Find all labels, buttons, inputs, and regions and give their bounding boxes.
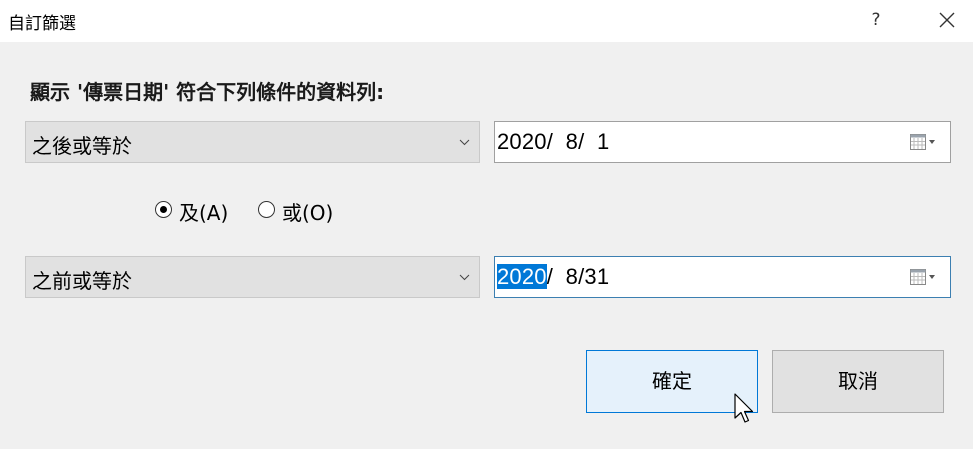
dialog-title: 自訂篩選 — [8, 14, 76, 34]
date-value-1: 2020/ 8/ 1 — [497, 129, 610, 154]
radio-selected-dot — [160, 206, 167, 213]
date-selected-segment: 2020 — [497, 264, 547, 289]
calendar-icon[interactable] — [910, 269, 936, 287]
close-button[interactable] — [924, 0, 970, 42]
operator-select-2[interactable]: 之前或等於 — [25, 256, 480, 298]
help-button[interactable]: ? — [856, 0, 896, 42]
date-input-1[interactable]: 2020/ 8/ 1 — [494, 121, 951, 163]
operator-value-2: 之前或等於 — [32, 269, 132, 293]
date-input-2[interactable]: 2020/ 8/31 — [494, 256, 951, 298]
chevron-down-icon — [459, 274, 470, 281]
calendar-icon[interactable] — [910, 134, 936, 152]
radio-and-circle[interactable] — [155, 201, 172, 218]
chevron-down-icon — [459, 139, 470, 146]
operator-value-1: 之後或等於 — [32, 134, 132, 158]
filter-prompt: 顯示 '傳票日期' 符合下列條件的資料列: — [30, 80, 385, 104]
title-bar: 自訂篩選 ? — [0, 0, 973, 42]
date-value-2: 2020/ 8/31 — [497, 264, 609, 290]
cancel-button[interactable]: 取消 — [772, 350, 944, 413]
date-rest-segment: / 8/31 — [546, 264, 610, 289]
radio-or-circle[interactable] — [258, 201, 275, 218]
mouse-pointer-icon — [734, 393, 754, 423]
radio-and-label[interactable]: 及(A) — [179, 197, 228, 226]
radio-or-label[interactable]: 或(O) — [282, 197, 333, 226]
operator-select-1[interactable]: 之後或等於 — [25, 121, 480, 163]
close-icon — [939, 12, 955, 28]
ok-button[interactable]: 確定 — [586, 350, 758, 413]
